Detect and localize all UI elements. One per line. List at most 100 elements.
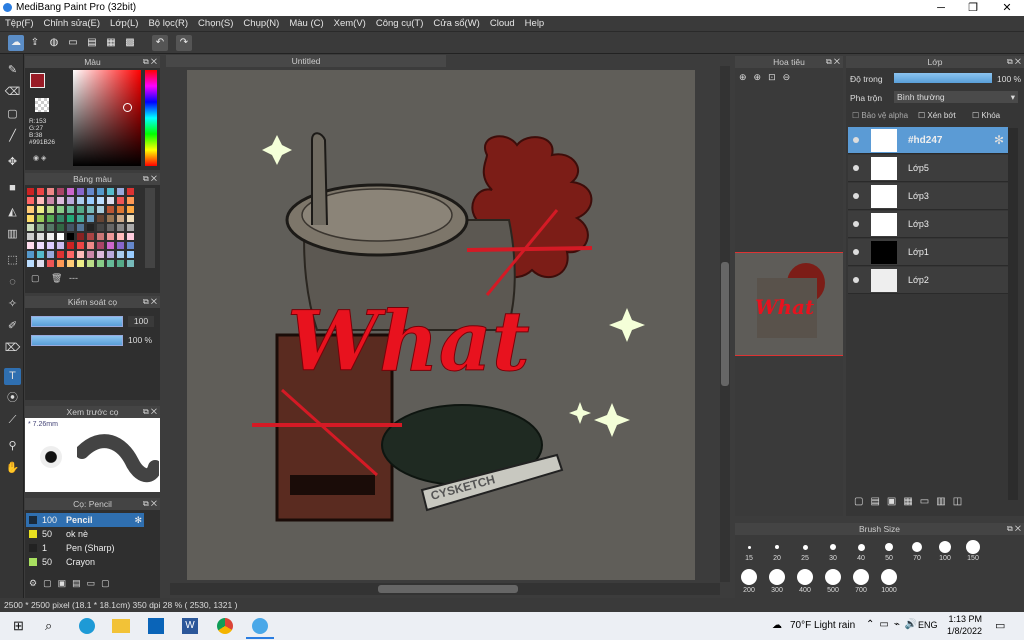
eraser-tool-icon[interactable]: ⌫	[4, 84, 21, 101]
color-swatch[interactable]	[47, 197, 54, 204]
color-swatch[interactable]	[107, 188, 114, 195]
brush-tool-icon[interactable]: ✎	[4, 62, 21, 79]
system-tray-icons[interactable]: ⌃▭⌁🔊	[866, 619, 922, 630]
color-swatch[interactable]	[67, 233, 74, 240]
color-swatch[interactable]	[87, 215, 94, 222]
brush-size-option[interactable]	[747, 545, 751, 549]
panel-controls-icon[interactable]: ⧉ ✕	[826, 56, 840, 68]
brush-size-option[interactable]	[881, 569, 897, 585]
clock-time[interactable]: 1:13 PM	[948, 614, 982, 624]
brush-opacity-value[interactable]: 100 %	[128, 335, 158, 346]
color-swatch[interactable]	[47, 233, 54, 240]
color-square[interactable]	[73, 70, 141, 166]
brush-list-actions[interactable]: ⚙▢▣▤▭▢	[29, 578, 116, 589]
panel-controls-icon[interactable]: ⧉ ✕	[143, 173, 157, 185]
menu-file[interactable]: Tệp(F)	[0, 16, 39, 32]
color-swatch[interactable]	[77, 188, 84, 195]
canvas-horizontal-scrollbar[interactable]	[170, 583, 720, 595]
color-swatch[interactable]	[47, 224, 54, 231]
edge-icon[interactable]	[79, 618, 95, 634]
close-button[interactable]: ✕	[992, 0, 1022, 16]
color-swatch[interactable]	[107, 251, 114, 258]
color-swatch[interactable]	[47, 206, 54, 213]
comment-icon[interactable]: ◍	[46, 35, 62, 51]
medibang-icon[interactable]	[252, 618, 268, 634]
layer-scrollbar[interactable]	[1008, 128, 1018, 500]
lock-checkbox[interactable]: ☐ Khóa	[972, 111, 1000, 120]
menu-window[interactable]: Cửa sổ(W)	[428, 16, 484, 32]
brush-size-option[interactable]	[853, 569, 869, 585]
color-swatch[interactable]	[97, 251, 104, 258]
brush-size-option[interactable]	[885, 543, 893, 551]
color-swatch[interactable]	[87, 188, 94, 195]
eye-icon[interactable]	[853, 193, 859, 199]
color-swatch[interactable]	[97, 242, 104, 249]
color-swatch[interactable]	[27, 197, 34, 204]
color-swatch[interactable]	[87, 197, 94, 204]
document-tab[interactable]: Untitled	[166, 55, 446, 67]
menu-help[interactable]: Help	[520, 16, 550, 32]
gradient-tool-icon[interactable]: ▥	[4, 226, 21, 243]
color-swatch[interactable]	[117, 251, 124, 258]
swatch-grid[interactable]	[27, 188, 142, 268]
brush-size-option[interactable]	[939, 541, 951, 553]
layer-actions-bar[interactable]: ▢▤▣▦▭▥◫	[846, 496, 1024, 516]
color-swatch[interactable]	[37, 188, 44, 195]
color-swatch[interactable]	[27, 242, 34, 249]
brush-size-option[interactable]	[775, 545, 779, 549]
page-icon[interactable]: ▤	[84, 35, 100, 51]
menu-view[interactable]: Xem(V)	[329, 16, 371, 32]
color-swatch[interactable]	[47, 188, 54, 195]
clipping-checkbox[interactable]: ☐ Xén bớt	[918, 111, 956, 120]
color-swatch[interactable]	[127, 251, 134, 258]
eyedropper-tool-icon[interactable]: ⚲	[4, 438, 21, 455]
fill-tool-icon[interactable]: ◭	[4, 204, 21, 221]
word-icon[interactable]: W	[182, 618, 198, 634]
grid-icon[interactable]: ▦	[103, 35, 119, 51]
color-swatch[interactable]	[37, 251, 44, 258]
color-swatch[interactable]	[37, 233, 44, 240]
color-swatch[interactable]	[107, 224, 114, 231]
color-swatch[interactable]	[117, 215, 124, 222]
layout-icon[interactable]: ▩	[122, 35, 138, 51]
magic-wand-icon[interactable]: ✧	[4, 296, 21, 313]
color-swatch[interactable]	[77, 206, 84, 213]
color-swatch[interactable]	[97, 206, 104, 213]
menu-cloud[interactable]: Cloud	[485, 16, 520, 32]
color-swatch[interactable]	[107, 215, 114, 222]
layer-opacity-slider[interactable]	[894, 73, 992, 83]
color-swatch[interactable]	[67, 260, 74, 267]
color-swatch[interactable]	[57, 233, 64, 240]
brush-item[interactable]: 100 Pencil ✻	[26, 513, 144, 527]
dot-tool-icon[interactable]: ▢	[4, 106, 21, 123]
color-swatch[interactable]	[37, 197, 44, 204]
brush-opacity-slider[interactable]	[31, 335, 123, 346]
color-swatch[interactable]	[47, 260, 54, 267]
brush-item[interactable]: 50 Crayon	[26, 555, 144, 569]
color-swatch[interactable]	[97, 197, 104, 204]
language-indicator[interactable]: ENG	[918, 620, 938, 630]
layer-row[interactable]: Lớp3	[848, 211, 1008, 238]
color-swatch[interactable]	[117, 206, 124, 213]
rect-tool-icon[interactable]: ■	[4, 180, 21, 197]
navigator-thumbnail[interactable]: What	[735, 252, 843, 356]
panel-controls-icon[interactable]: ⧉ ✕	[1007, 523, 1021, 535]
menu-edit[interactable]: Chỉnh sửa(E)	[39, 16, 106, 32]
hue-slider[interactable]	[145, 70, 157, 166]
brush-size-option[interactable]	[797, 569, 813, 585]
brush-item[interactable]: 50 ok nè	[26, 527, 144, 541]
color-swatch[interactable]	[97, 224, 104, 231]
color-swatch[interactable]	[127, 233, 134, 240]
maximize-button[interactable]: ❐	[958, 0, 988, 16]
brush-size-option[interactable]	[966, 540, 980, 554]
menu-snap[interactable]: Chụp(N)	[238, 16, 284, 32]
color-swatch[interactable]	[117, 233, 124, 240]
color-swatch[interactable]	[67, 224, 74, 231]
color-swatch[interactable]	[127, 260, 134, 267]
navigator-zoom-icons[interactable]: ⊕⊕⊡⊖	[739, 72, 829, 86]
move-tool-icon[interactable]: ✥	[4, 154, 21, 171]
color-swatch[interactable]	[57, 242, 64, 249]
color-swatch[interactable]	[57, 224, 64, 231]
color-swatch[interactable]	[37, 260, 44, 267]
color-swatch[interactable]	[87, 206, 94, 213]
